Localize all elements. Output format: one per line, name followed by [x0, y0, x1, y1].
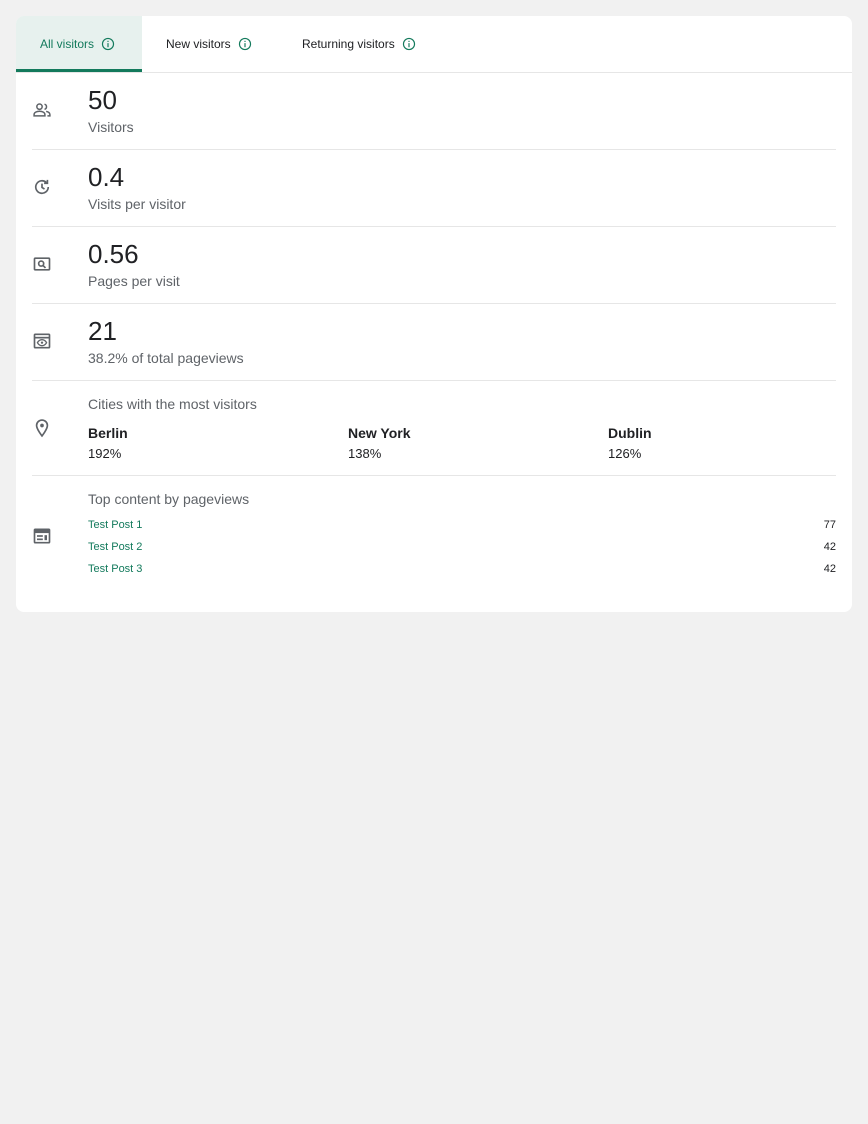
tab-all-visitors[interactable]: All visitors: [16, 16, 142, 72]
web-page-icon: [33, 528, 51, 544]
history-icon: [34, 179, 50, 195]
tab-label: Returning visitors: [302, 37, 395, 51]
list-item: Test Post 2 42: [88, 541, 836, 559]
visitor-stats-card: All visitors New visitors Returning visi…: [16, 16, 852, 612]
pageview-count: 77: [823, 519, 836, 531]
city-name: Dublin: [608, 425, 652, 441]
tab-new-visitors[interactable]: New visitors: [142, 16, 278, 72]
people-icon: [33, 103, 51, 117]
info-icon[interactable]: [101, 37, 115, 51]
pageviews-label: 38.2% of total pageviews: [88, 350, 244, 366]
city-percentage: 138%: [348, 446, 382, 461]
cities-title: Cities with the most visitors: [88, 396, 257, 412]
metric-visitors: 50 Visitors: [32, 73, 836, 150]
top-content-title: Top content by pageviews: [88, 491, 250, 507]
pages-per-visit-value: 0.56: [88, 239, 139, 269]
city-item: New York 138%: [348, 424, 588, 462]
visitors-value: 50: [88, 85, 117, 115]
city-item: Dublin 126%: [608, 424, 848, 462]
top-content-section: Top content by pageviews Test Post 1 77 …: [32, 476, 836, 591]
content-link[interactable]: Test Post 2: [88, 541, 142, 553]
cities-section: Cities with the most visitors Berlin 192…: [32, 381, 836, 476]
info-icon[interactable]: [402, 37, 416, 51]
content-link[interactable]: Test Post 3: [88, 563, 142, 575]
metric-pageviews: 21 38.2% of total pageviews: [32, 304, 836, 381]
tab-label: All visitors: [40, 37, 95, 51]
eye-window-icon: [33, 333, 51, 349]
visits-per-visitor-label: Visits per visitor: [88, 196, 186, 212]
metric-visits-per-visitor: 0.4 Visits per visitor: [32, 150, 836, 227]
tab-label: New visitors: [166, 37, 231, 51]
metric-pages-per-visit: 0.56 Pages per visit: [32, 227, 836, 304]
visitor-tabs: All visitors New visitors Returning visi…: [16, 16, 852, 73]
pageview-count: 42: [823, 541, 836, 553]
page-search-icon: [33, 257, 51, 271]
list-item: Test Post 1 77: [88, 519, 836, 537]
visitors-label: Visitors: [88, 119, 134, 135]
location-pin-icon: [35, 419, 49, 438]
city-percentage: 192%: [88, 446, 122, 461]
city-percentage: 126%: [608, 446, 642, 461]
content-link[interactable]: Test Post 1: [88, 519, 142, 531]
info-icon[interactable]: [238, 37, 252, 51]
pageviews-value: 21: [88, 316, 117, 346]
list-item: Test Post 3 42: [88, 563, 836, 581]
tab-returning-visitors[interactable]: Returning visitors: [278, 16, 448, 72]
city-name: Berlin: [88, 425, 128, 441]
pages-per-visit-label: Pages per visit: [88, 273, 180, 289]
city-name: New York: [348, 425, 411, 441]
city-item: Berlin 192%: [88, 424, 328, 462]
pageview-count: 42: [823, 563, 836, 575]
visits-per-visitor-value: 0.4: [88, 162, 125, 192]
